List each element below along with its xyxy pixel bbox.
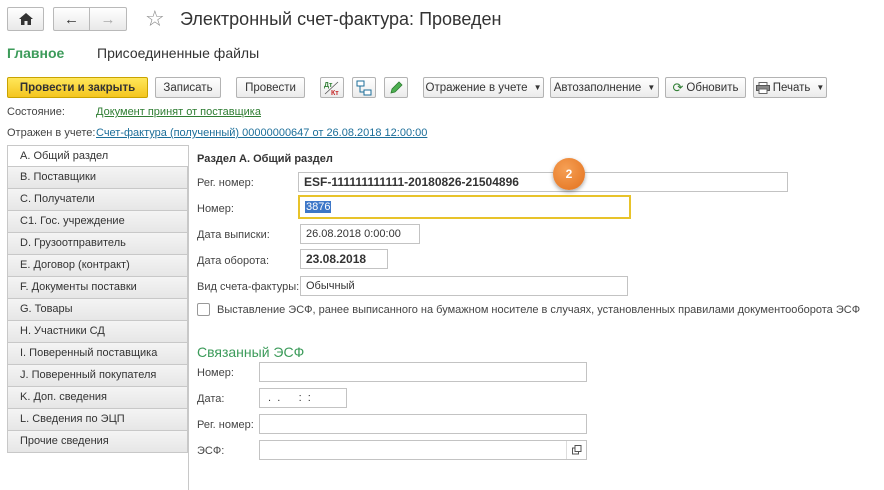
dropdown-arrow-icon: ▼ bbox=[533, 83, 542, 92]
home-button[interactable] bbox=[7, 7, 44, 31]
sidebar-item-gov-institution[interactable]: C1. Гос. учреждение bbox=[7, 211, 188, 233]
open-linked-esf-button[interactable] bbox=[566, 441, 586, 459]
print-dropdown-button[interactable]: Печать ▼ bbox=[753, 77, 827, 98]
pencil-icon bbox=[390, 80, 403, 94]
tab-attached-files[interactable]: Присоединенные файлы bbox=[97, 45, 259, 61]
autofill-label: Автозаполнение bbox=[553, 81, 642, 94]
post-button[interactable]: Провести bbox=[236, 77, 305, 98]
linked-reg-number-field[interactable] bbox=[259, 414, 587, 434]
post-and-close-button[interactable]: Провести и закрыть bbox=[7, 77, 148, 98]
svg-text:Кт: Кт bbox=[331, 90, 339, 96]
reflection-label: Отражение в учете bbox=[425, 81, 528, 94]
sidebar-item-recipients[interactable]: C. Получатели bbox=[7, 189, 188, 211]
linked-number-field[interactable] bbox=[259, 362, 587, 382]
linked-esf-field[interactable] bbox=[259, 440, 587, 460]
turnover-date-label: Дата оборота: bbox=[197, 255, 270, 267]
printer-icon bbox=[755, 81, 770, 94]
sidebar-item-jv-participants[interactable]: H. Участники СД bbox=[7, 321, 188, 343]
sidebar-item-consignor[interactable]: D. Грузоотправитель bbox=[7, 233, 188, 255]
step-badge: 2 bbox=[553, 158, 585, 190]
sidebar-item-goods[interactable]: G. Товары bbox=[7, 299, 188, 321]
sidebar-item-extra-info[interactable]: K. Доп. сведения bbox=[7, 387, 188, 409]
reflection-dropdown-button[interactable]: Отражение в учете ▼ bbox=[423, 77, 544, 98]
sidebar-item-digital-signature[interactable]: L. Сведения по ЭЦП bbox=[7, 409, 188, 431]
linked-reg-number-label: Рег. номер: bbox=[197, 419, 254, 431]
state-link[interactable]: Документ принят от поставщика bbox=[96, 106, 261, 118]
home-icon bbox=[18, 13, 33, 25]
reg-number-label: Рег. номер: bbox=[197, 177, 254, 189]
dt-kt-button[interactable]: Дт Кт bbox=[320, 77, 344, 98]
sidebar-item-general[interactable]: A. Общий раздел bbox=[7, 145, 188, 167]
number-value: 3876 bbox=[305, 201, 332, 213]
sidebar-item-suppliers[interactable]: B. Поставщики bbox=[7, 167, 188, 189]
document-structure-icon bbox=[356, 80, 372, 95]
structure-button[interactable] bbox=[352, 77, 376, 98]
print-label: Печать bbox=[772, 81, 811, 94]
turnover-date-field[interactable]: 23.08.2018 bbox=[300, 249, 388, 269]
sidebar-item-other-info[interactable]: Прочие сведения bbox=[7, 431, 188, 453]
reflected-label: Отражен в учете: bbox=[7, 127, 96, 139]
number-field[interactable]: 3876 bbox=[298, 195, 631, 219]
section-heading: Раздел А. Общий раздел bbox=[197, 153, 333, 165]
sidebar-item-contract[interactable]: E. Договор (контракт) bbox=[7, 255, 188, 277]
dt-kt-icon: Дт Кт bbox=[324, 81, 339, 96]
sidebar-item-buyer-agent[interactable]: J. Поверенный покупателя bbox=[7, 365, 188, 387]
refresh-button[interactable]: ⟳ Обновить bbox=[665, 77, 746, 98]
sidebar-item-delivery-docs[interactable]: F. Документы поставки bbox=[7, 277, 188, 299]
linked-esf-label: ЭСФ: bbox=[197, 445, 225, 457]
number-label: Номер: bbox=[197, 203, 234, 215]
sidebar-item-supplier-agent[interactable]: I. Поверенный поставщика bbox=[7, 343, 188, 365]
refresh-icon: ⟳ bbox=[672, 79, 684, 95]
paper-issue-checkbox-label: Выставление ЭСФ, ранее выписанного на бу… bbox=[217, 304, 861, 316]
edit-button[interactable] bbox=[384, 77, 408, 98]
favorite-star-icon[interactable]: ☆ bbox=[145, 6, 165, 32]
section-sidebar: A. Общий раздел B. Поставщики C. Получат… bbox=[7, 145, 189, 490]
open-form-icon bbox=[571, 445, 581, 455]
reflected-link[interactable]: Счет-фактура (полученный) 00000000647 от… bbox=[96, 127, 427, 139]
issue-date-field[interactable]: 26.08.2018 0:00:00 bbox=[300, 224, 420, 244]
paper-issue-checkbox[interactable] bbox=[197, 303, 210, 316]
invoice-type-field[interactable]: Обычный bbox=[300, 276, 628, 296]
tab-main[interactable]: Главное bbox=[7, 45, 64, 61]
save-button[interactable]: Записать bbox=[155, 77, 221, 98]
linked-esf-title: Связанный ЭСФ bbox=[197, 344, 305, 360]
arrow-left-icon: ← bbox=[64, 10, 79, 28]
dropdown-arrow-icon: ▼ bbox=[647, 83, 656, 92]
linked-number-label: Номер: bbox=[197, 367, 234, 379]
reg-number-field[interactable]: ESF-111111111111-20180826-21504896 bbox=[298, 172, 788, 192]
forward-button[interactable]: → bbox=[89, 7, 127, 31]
window-title: Электронный счет-фактура: Проведен bbox=[180, 9, 502, 29]
autofill-dropdown-button[interactable]: Автозаполнение ▼ bbox=[550, 77, 659, 98]
state-label: Состояние: bbox=[7, 106, 65, 118]
issue-date-label: Дата выписки: bbox=[197, 229, 270, 241]
dropdown-arrow-icon: ▼ bbox=[816, 83, 825, 92]
linked-date-label: Дата: bbox=[197, 393, 225, 405]
refresh-label: Обновить bbox=[686, 81, 739, 94]
linked-date-field[interactable]: . . : : bbox=[259, 388, 347, 408]
invoice-type-label: Вид счета-фактуры: bbox=[197, 281, 300, 293]
back-button[interactable]: ← bbox=[53, 7, 90, 31]
arrow-right-icon: → bbox=[100, 10, 116, 28]
